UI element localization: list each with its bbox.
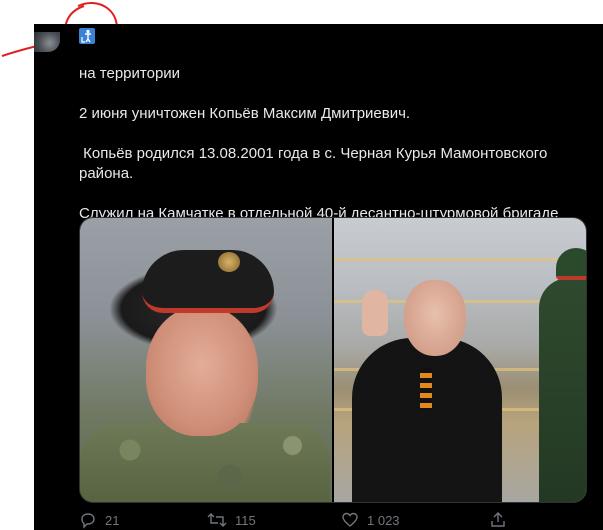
- reply-icon: [81, 513, 95, 529]
- share-button[interactable]: [489, 511, 507, 529]
- media-grid: [79, 217, 587, 503]
- reply-count: 21: [105, 512, 120, 528]
- heart-icon: [342, 512, 358, 527]
- like-count: 1 023: [367, 512, 400, 528]
- soldier-portrait-photo[interactable]: [80, 218, 332, 502]
- officer-figure: [539, 278, 586, 502]
- tweet-card: на территории 2 июня уничтожен Копьёв Ма…: [34, 24, 603, 530]
- retweet-icon: [207, 513, 227, 527]
- accessibility-icon: [79, 28, 95, 44]
- avatar[interactable]: [34, 32, 60, 52]
- reply-button[interactable]: 21: [79, 511, 119, 529]
- tweet-text-part: Копьёв родился 13.08.2001 года в с. Черн…: [79, 145, 548, 182]
- head: [404, 280, 466, 356]
- officer-cap: [556, 248, 586, 280]
- raised-hand: [362, 290, 388, 336]
- share-icon: [491, 512, 505, 527]
- stripe: [334, 258, 586, 261]
- ribbon: [420, 368, 432, 410]
- tweet-actions: 21 115 1 023: [79, 511, 559, 530]
- retweet-button[interactable]: 115: [207, 511, 256, 529]
- beret: [142, 250, 274, 313]
- tweet-paragraph: Копьёв родился 13.08.2001 года в с. Черн…: [79, 144, 599, 184]
- tweet-text-part: на территории: [79, 65, 181, 82]
- ukraine-flag-icon: [186, 66, 205, 79]
- coat: [352, 338, 502, 502]
- tweet-paragraph: на территории: [79, 64, 599, 84]
- putin-waving-photo[interactable]: [334, 218, 586, 502]
- beret-badge: [218, 252, 240, 272]
- tweet-text-part: 2 июня уничтожен Копьёв Максим Дмитриеви…: [79, 105, 411, 122]
- like-button[interactable]: 1 023: [341, 511, 400, 529]
- face: [146, 306, 258, 436]
- retweet-count: 115: [235, 512, 256, 528]
